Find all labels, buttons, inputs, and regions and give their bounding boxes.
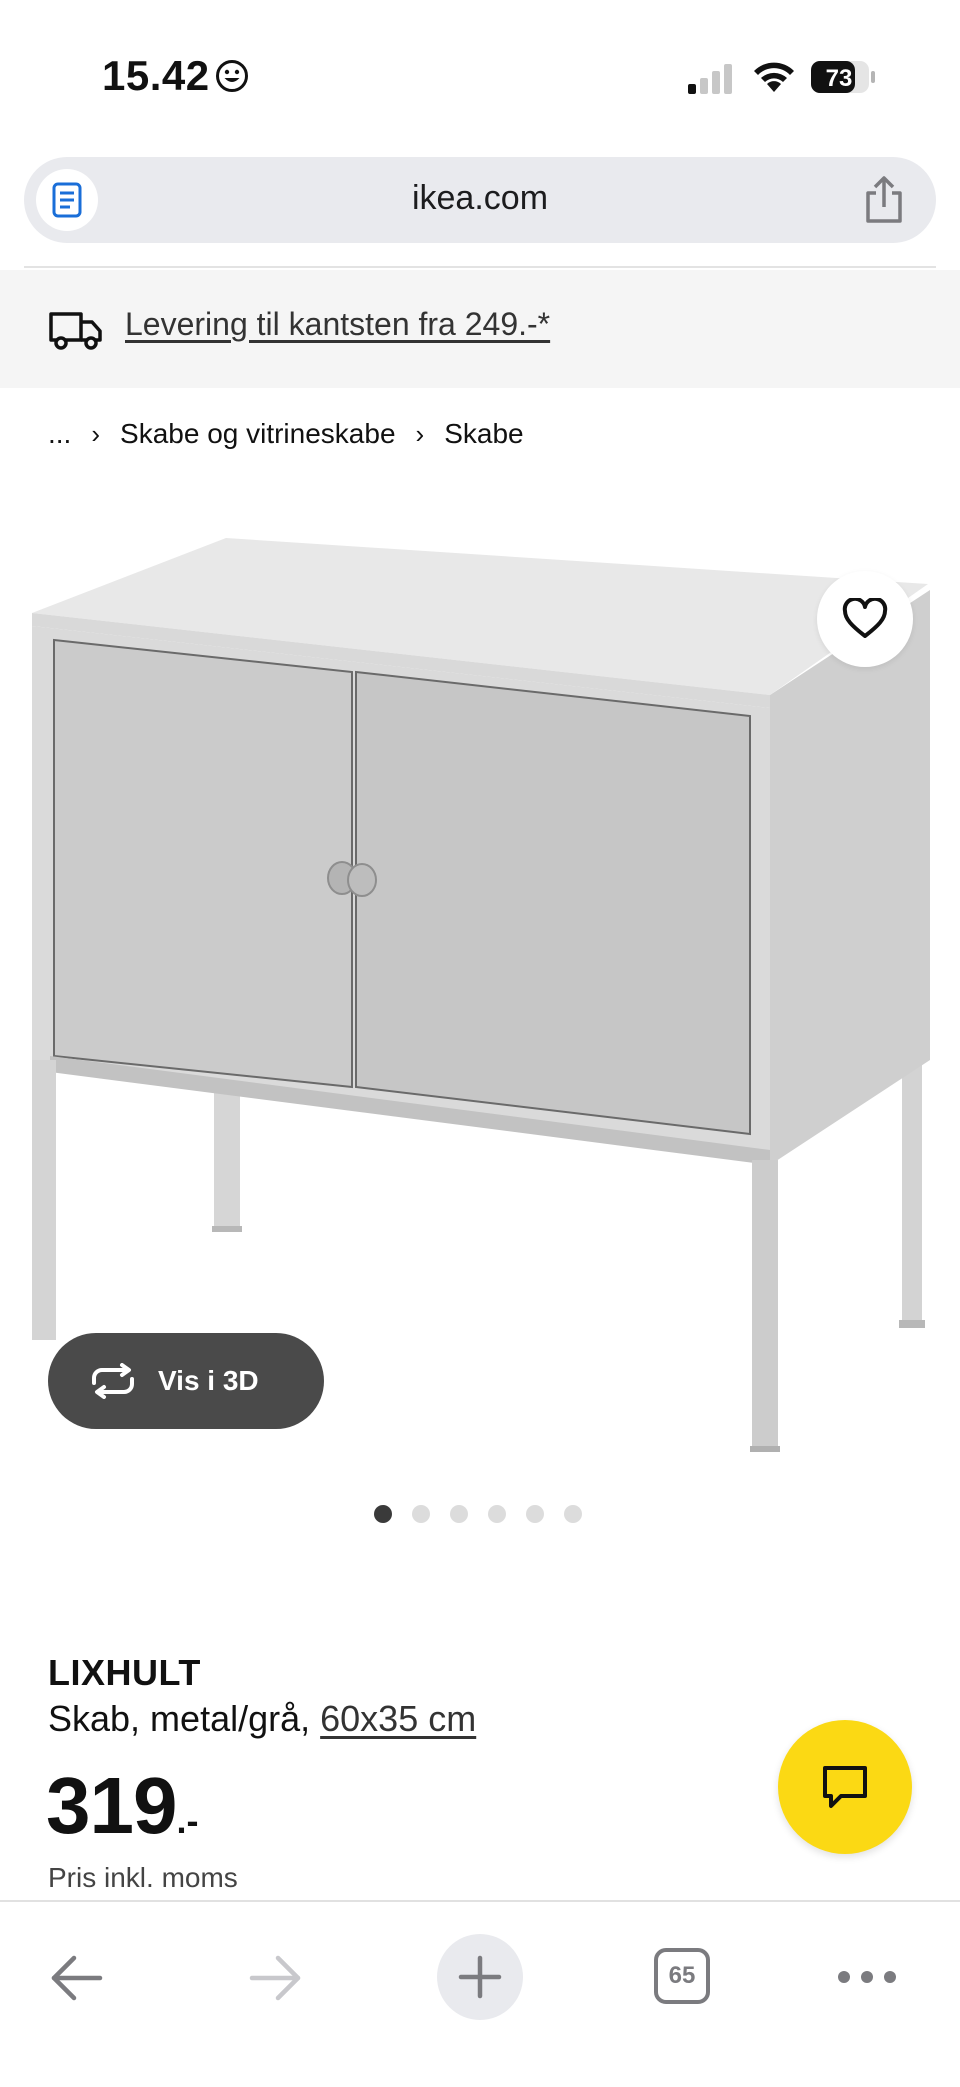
divider [24, 266, 936, 268]
delivery-link[interactable]: Levering til kantsten fra 249.-* [125, 306, 550, 343]
cabinet-leg [752, 1160, 778, 1450]
status-bar: 15.42 73 [0, 0, 960, 150]
wifi-icon [754, 62, 794, 92]
price: 319 .- [46, 1760, 198, 1852]
carousel-dot[interactable] [488, 1505, 506, 1523]
cabinet-leg [902, 1055, 922, 1325]
breadcrumb-item-cabinets[interactable]: Skabe [444, 418, 523, 450]
chevron-right-icon: › [91, 418, 101, 449]
tab-count: 65 [668, 1962, 696, 1989]
cabinet-leg [32, 1060, 56, 1340]
view-3d-label: Vis i 3D [158, 1365, 259, 1396]
carousel-dot[interactable] [412, 1505, 430, 1523]
chevron-right-icon: › [415, 418, 425, 449]
heart-icon [842, 598, 888, 638]
cabinet-foot [750, 1446, 780, 1452]
new-tab-button[interactable] [437, 1934, 523, 2020]
delivery-banner[interactable]: Levering til kantsten fra 249.-* [0, 270, 960, 388]
battery-icon: 73 [810, 60, 876, 94]
view-3d-button[interactable]: Vis i 3D [48, 1333, 324, 1429]
browser-toolbar: 65 [0, 1900, 960, 2087]
breadcrumb: ... › Skabe og vitrineskabe › Skabe [48, 418, 524, 450]
cabinet-foot [899, 1320, 925, 1328]
product-size-link[interactable]: 60x35 cm [320, 1698, 476, 1739]
carousel-dot[interactable] [564, 1505, 582, 1523]
truck-icon [49, 312, 102, 350]
favorite-button[interactable] [817, 571, 913, 667]
carousel-dot[interactable] [374, 1505, 392, 1523]
smiley-icon [216, 60, 248, 92]
carousel-dots [374, 1505, 602, 1523]
address-bar[interactable]: ikea.com [24, 157, 936, 243]
url-text[interactable]: ikea.com [24, 179, 936, 218]
breadcrumb-item-cabinets-vitrines[interactable]: Skabe og vitrineskabe [120, 418, 396, 450]
cabinet-foot [212, 1226, 242, 1232]
breadcrumb-ellipsis[interactable]: ... [48, 418, 71, 450]
share-icon[interactable] [862, 175, 906, 225]
plus-icon [458, 1955, 502, 1999]
chat-button[interactable] [778, 1720, 912, 1854]
signal-icon [688, 64, 732, 94]
more-icon[interactable] [838, 1962, 896, 1992]
cabinet-door-right [355, 670, 751, 1136]
battery-level: 73 [826, 65, 853, 92]
product-name: LIXHULT [48, 1652, 201, 1693]
door-knob [347, 863, 377, 897]
back-arrow-icon[interactable] [48, 1952, 104, 2004]
carousel-dot[interactable] [450, 1505, 468, 1523]
tabs-button[interactable]: 65 [654, 1948, 710, 2004]
forward-arrow-icon[interactable] [248, 1952, 304, 2004]
chat-icon [823, 1766, 867, 1808]
rotate-3d-icon [92, 1363, 134, 1399]
product-type: Skab, metal/grå, [48, 1698, 321, 1739]
cabinet-leg [214, 1090, 240, 1230]
cabinet-door-left [53, 638, 353, 1089]
price-note: Pris inkl. moms [48, 1862, 238, 1893]
price-suffix: .- [176, 1800, 199, 1841]
product-description: Skab, metal/grå, 60x35 cm [48, 1698, 476, 1740]
status-time: 15.42 [102, 52, 210, 99]
price-amount: 319 [46, 1761, 177, 1850]
carousel-dot[interactable] [526, 1505, 544, 1523]
